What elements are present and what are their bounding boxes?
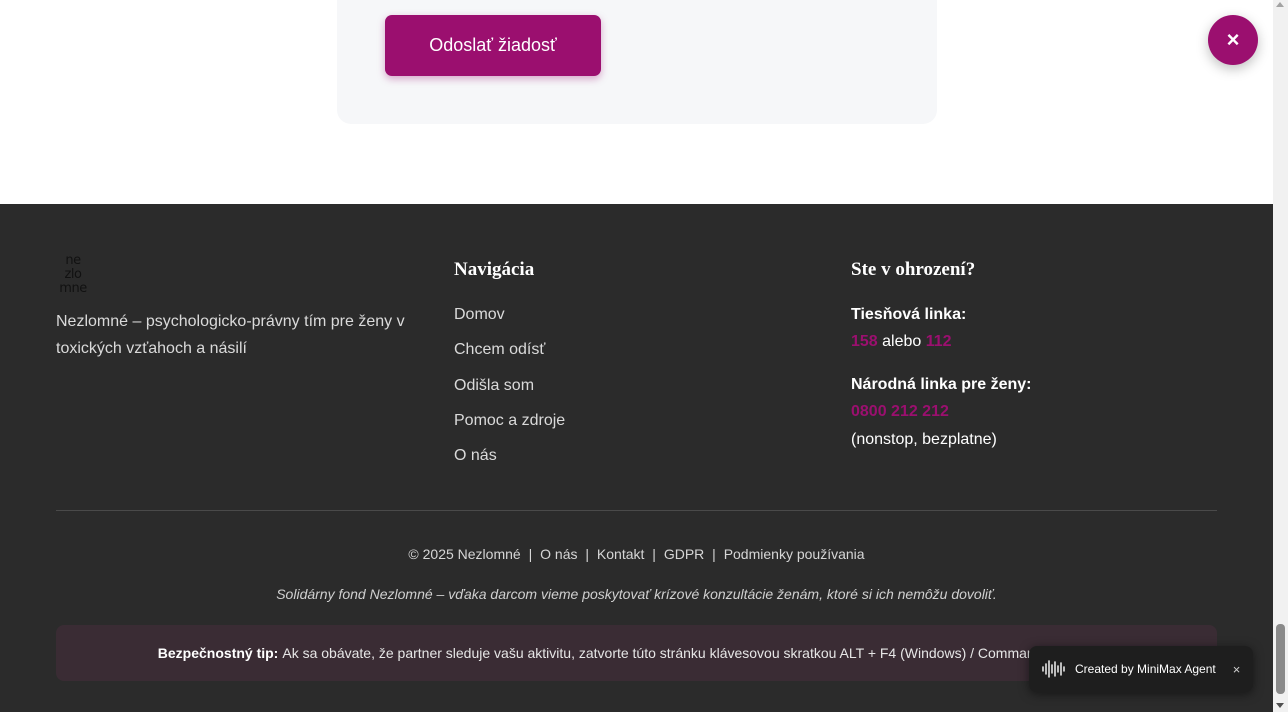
minimax-badge[interactable]: Created by MiniMax Agent × — [1029, 646, 1253, 692]
emergency-contacts: Tiesňová linka: 158 alebo 112 Národná li… — [851, 305, 1231, 450]
emergency-or-text: alebo — [882, 333, 922, 350]
nav-link-want-to-leave[interactable]: Chcem odísť — [454, 340, 565, 375]
scroll-up-icon[interactable] — [1276, 2, 1284, 7]
danger-title: Ste v ohrození? — [851, 259, 976, 280]
emergency-number-158[interactable]: 158 — [851, 333, 878, 350]
footer-link-terms[interactable]: Podmienky používania — [724, 546, 865, 562]
form-section: Odoslať žiadosť — [0, 0, 1273, 204]
footer-link-gdpr[interactable]: GDPR — [664, 546, 704, 562]
link-separator: | — [712, 546, 716, 562]
footer-divider — [56, 510, 1217, 511]
scroll-down-icon[interactable] — [1276, 703, 1284, 708]
women-line-note: (nonstop, bezplatne) — [851, 431, 997, 448]
solidarity-fund-text: Solidárny fond Nezlomné – vďaka darcom v… — [276, 586, 997, 602]
site-footer: ne zlo mne Nezlomné – psychologicko-práv… — [0, 204, 1273, 712]
emergency-number-112[interactable]: 112 — [926, 333, 952, 350]
footer-tagline: Nezlomné – psychologicko-právny tím pre … — [56, 313, 405, 357]
nav-link-about[interactable]: O nás — [454, 446, 565, 481]
copyright: © 2025 Nezlomné — [408, 546, 521, 562]
navigation-title: Navigácia — [454, 259, 535, 280]
scrollbar-thumb[interactable] — [1276, 624, 1285, 694]
submit-request-button[interactable]: Odoslať žiadosť — [385, 15, 601, 76]
svg-text:zlo: zlo — [65, 267, 82, 282]
footer-nav: Domov Chcem odísť Odišla som Pomoc a zdr… — [454, 305, 565, 481]
nezlomne-logo-icon: ne zlo mne — [59, 253, 87, 296]
women-line-number[interactable]: 0800 212 212 — [851, 403, 949, 420]
nav-link-home[interactable]: Domov — [454, 305, 565, 340]
footer-link-about[interactable]: O nás — [540, 546, 577, 562]
svg-text:ne: ne — [65, 253, 81, 268]
emergency-line-label: Tiesňová linka: — [851, 306, 967, 323]
footer-link-contact[interactable]: Kontakt — [597, 546, 644, 562]
safety-tip-text: Ak sa obávate, že partner sleduje vašu a… — [282, 645, 1116, 661]
women-line-label: Národná linka pre ženy: — [851, 376, 1032, 393]
close-icon[interactable]: × — [1208, 15, 1258, 65]
logo[interactable]: ne zlo mne — [56, 252, 90, 296]
badge-close-icon[interactable]: × — [1233, 662, 1241, 677]
nav-link-i-left[interactable]: Odišla som — [454, 376, 565, 411]
nav-link-help-resources[interactable]: Pomoc a zdroje — [454, 411, 565, 446]
footer-links: © 2025 Nezlomné | O nás | Kontakt | GDPR… — [0, 546, 1273, 562]
link-separator: | — [528, 546, 533, 562]
svg-text:mne: mne — [59, 281, 87, 294]
link-separator: | — [652, 546, 656, 562]
badge-text: Created by MiniMax Agent — [1075, 662, 1216, 676]
link-separator: | — [585, 546, 590, 562]
page-scrollbar[interactable] — [1273, 0, 1288, 712]
emergency-numbers: 158 alebo 112 — [851, 332, 1231, 352]
waveform-icon — [1042, 660, 1065, 678]
safety-tip-label: Bezpečnostný tip: — [157, 645, 279, 661]
